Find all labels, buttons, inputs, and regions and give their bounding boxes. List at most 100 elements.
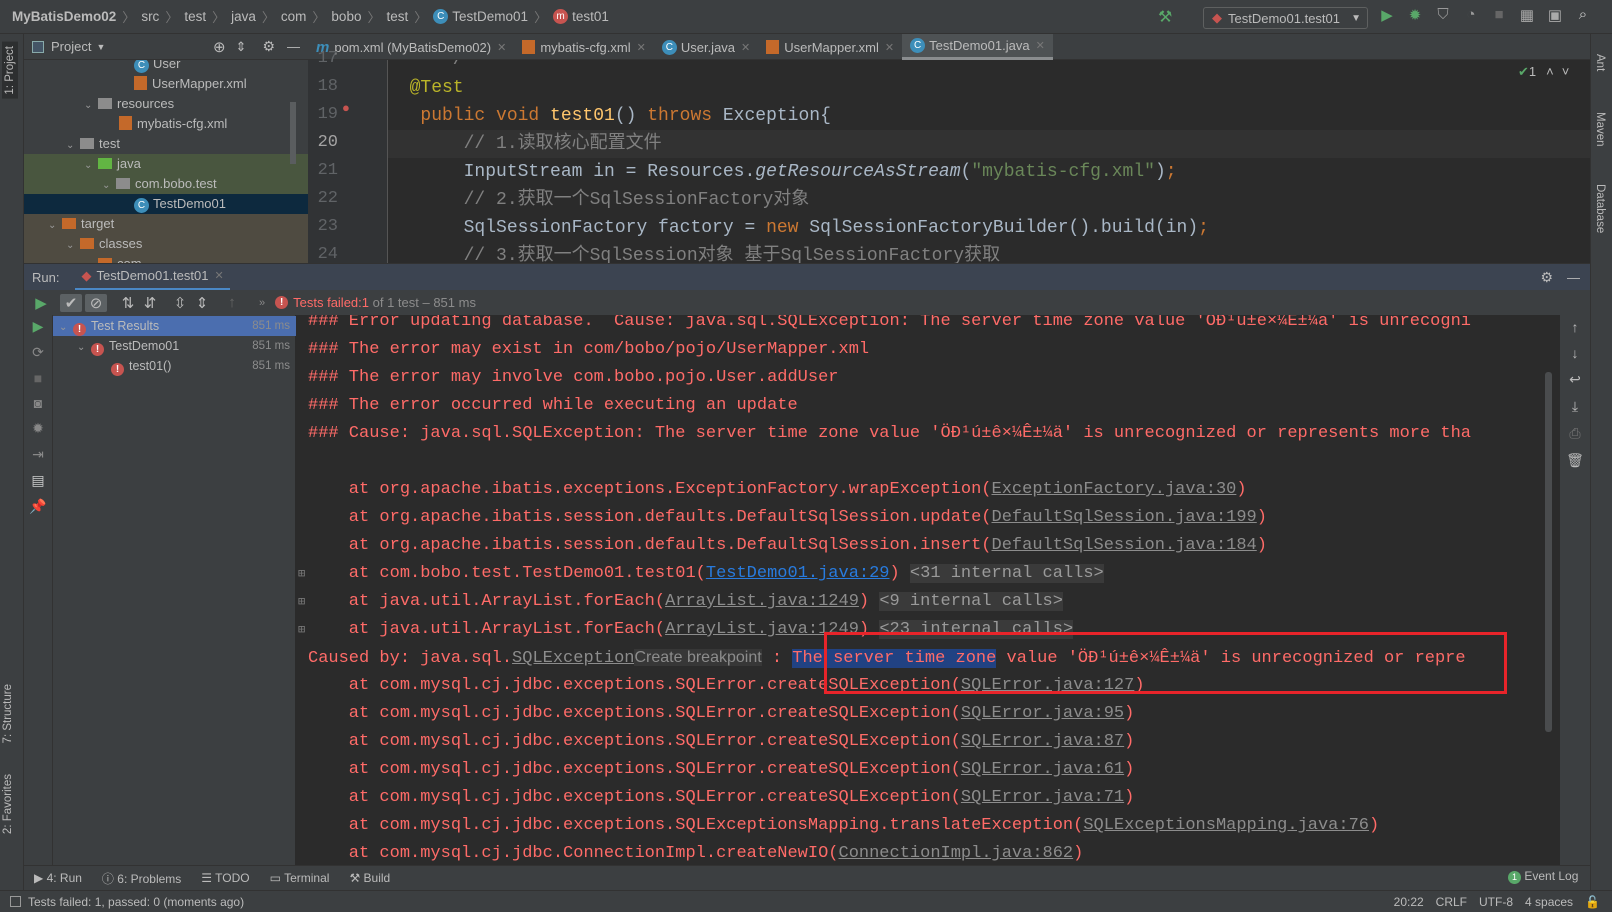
pin-icon[interactable]: 📌	[29, 498, 46, 515]
test-tree-item[interactable]: ⌄! Test Results 851 ms	[53, 316, 296, 336]
sort-duration-icon[interactable]: ⇵	[139, 294, 161, 312]
bottom-tab[interactable]: ☰ TODO	[191, 871, 259, 885]
run-test-gutter-icon[interactable]: ●	[342, 100, 350, 115]
stack-trace-link[interactable]: TestDemo01.java:29	[706, 564, 890, 583]
bottom-tab[interactable]: ▶ 4: Run	[24, 871, 92, 885]
chevron-up-icon[interactable]: ˄	[1546, 64, 1554, 79]
breadcrumb-item[interactable]: java	[231, 9, 256, 24]
debug-icon[interactable]: ✹	[32, 420, 44, 437]
close-icon[interactable]: ✕	[885, 41, 894, 54]
breadcrumb-item[interactable]: m test01	[553, 9, 609, 24]
code-line[interactable]: @Test	[388, 74, 1590, 102]
caret-position[interactable]: 20:22	[1394, 895, 1424, 909]
project-tree-item[interactable]: ⌄ target	[24, 214, 308, 234]
favorites-tool-tab[interactable]: 2: Favorites	[2, 774, 14, 834]
code-line[interactable]: // 1.读取核心配置文件	[388, 130, 1590, 158]
file-encoding[interactable]: UTF-8	[1479, 895, 1513, 909]
inspection-widget[interactable]: ✔1 ˄ ˅	[1518, 64, 1569, 80]
coverage-icon[interactable]: ⛉	[1432, 6, 1454, 24]
hide-icon[interactable]: —	[287, 39, 300, 54]
code-line[interactable]: SqlSessionFactory factory = new SqlSessi…	[388, 214, 1590, 242]
breadcrumb-item[interactable]: bobo	[331, 9, 361, 24]
project-tree-item[interactable]: ⌄ java	[24, 154, 308, 174]
chevron-down-icon[interactable]: ˅	[1562, 64, 1570, 79]
rerun-failed-icon[interactable]: ▶	[33, 318, 44, 335]
more-icon[interactable]: »	[259, 297, 265, 309]
chevron-down-icon[interactable]: ⌄	[84, 156, 98, 176]
lock-icon[interactable]: 🔓	[1585, 895, 1600, 909]
expand-icon[interactable]: ⊞	[298, 616, 305, 644]
chevron-down-icon[interactable]: ▼	[96, 42, 105, 52]
breadcrumb-item[interactable]: com	[281, 9, 307, 24]
bottom-tab[interactable]: ▭ Terminal	[260, 871, 340, 885]
stack-trace-link[interactable]: SQLExceptionsMapping.java:76	[1083, 816, 1369, 835]
project-tree-item[interactable]: ⌄ test	[24, 134, 308, 154]
locate-icon[interactable]: ⊕	[213, 38, 226, 56]
code-line[interactable]: // 2.获取一个SqlSessionFactory对象	[388, 186, 1590, 214]
chevron-down-icon[interactable]: ⌄	[66, 136, 80, 156]
code-line[interactable]: // 3.获取一个SqlSession对象 基于SqlSessionFactor…	[388, 242, 1590, 263]
test-tree-item[interactable]: ! test01() 851 ms	[53, 356, 296, 376]
editor-tab[interactable]: m pom.xml (MyBatisDemo02) ✕	[308, 34, 514, 60]
code-line[interactable]: InputStream in = Resources.getResourceAs…	[388, 158, 1590, 186]
project-tree-item[interactable]: mybatis-cfg.xml	[24, 114, 308, 134]
stack-trace-link[interactable]: SQLError.java:61	[961, 760, 1124, 779]
breadcrumb-item[interactable]: test	[184, 9, 206, 24]
rerun-icon[interactable]: ▶	[30, 294, 52, 312]
down-stack-icon[interactable]: ↓	[1572, 345, 1579, 361]
project-tree-item[interactable]: ⌄ com	[24, 254, 308, 263]
maven-tool-tab[interactable]: Maven	[1594, 112, 1606, 147]
close-icon[interactable]: ✕	[637, 41, 646, 54]
exit-icon[interactable]: ⇥	[32, 446, 44, 463]
hide-icon[interactable]: —	[1567, 270, 1580, 285]
close-icon[interactable]: ✕	[1036, 39, 1045, 52]
project-tool-tab[interactable]: 1: Project	[2, 42, 18, 99]
build-hammer-icon[interactable]: ⚒	[1158, 7, 1172, 27]
project-view-select[interactable]: Project	[51, 39, 91, 54]
expand-icon[interactable]: ⊞	[298, 588, 305, 616]
stack-trace-link[interactable]: DefaultSqlSession.java:184	[992, 536, 1257, 555]
chevron-down-icon[interactable]: ⌄	[48, 216, 62, 236]
stack-trace-link[interactable]: SQLError.java:87	[961, 732, 1124, 751]
sort-alpha-icon[interactable]: ⇅	[117, 294, 139, 312]
chevron-down-icon[interactable]: ⌄	[59, 318, 73, 338]
editor-tab[interactable]: mybatis-cfg.xml ✕	[514, 34, 654, 60]
debug-icon[interactable]: ✹	[1404, 6, 1426, 24]
chevron-down-icon[interactable]: ⌄	[77, 338, 91, 358]
project-tree-item[interactable]: C User	[24, 60, 308, 74]
show-ignored-icon[interactable]: ⊘	[85, 293, 107, 312]
print-icon[interactable]: ⎙	[1569, 425, 1580, 442]
console-scrollbar[interactable]	[1545, 372, 1552, 732]
stack-trace-link[interactable]: ConnectionImpl.java:862	[839, 844, 1074, 863]
editor-tab[interactable]: C TestDemo01.java ✕	[902, 34, 1053, 60]
code-editor[interactable]: */ @Test public void test01() throws Exc…	[388, 60, 1590, 263]
expand-icon[interactable]: ⊞	[298, 560, 305, 588]
run-configuration-select[interactable]: ◆ TestDemo01.test01 ▼	[1203, 7, 1368, 29]
close-icon[interactable]: ✕	[497, 41, 506, 54]
previous-failed-icon[interactable]: ↑	[221, 294, 243, 311]
project-tree-item[interactable]: ⌄ resources	[24, 94, 308, 114]
breadcrumb-item[interactable]: test	[386, 9, 408, 24]
up-stack-icon[interactable]: ↑	[1572, 319, 1579, 335]
close-icon[interactable]: ✕	[741, 41, 750, 54]
collapse-all-icon[interactable]: ⇕	[236, 39, 247, 55]
breadcrumb-item[interactable]: src	[141, 9, 159, 24]
stack-trace-link[interactable]: SQLError.java:95	[961, 704, 1124, 723]
breadcrumb-item[interactable]: MyBatisDemo02	[12, 9, 116, 24]
create-breakpoint-hint[interactable]: Create breakpoint	[634, 649, 762, 666]
bottom-tab[interactable]: ⚒ Build	[339, 871, 400, 885]
project-tree-scrollbar[interactable]	[290, 102, 296, 164]
chevron-down-icon[interactable]: ⌄	[84, 96, 98, 116]
console-output[interactable]: ### Error updating database. Cause: java…	[296, 315, 1560, 865]
soft-wrap-icon[interactable]: ↩	[1569, 371, 1581, 388]
stop-icon[interactable]: ■	[34, 370, 42, 386]
ant-tool-tab[interactable]: Ant	[1594, 54, 1606, 71]
gear-icon[interactable]: ⚙	[262, 38, 275, 55]
structure-tool-tab[interactable]: 7: Structure	[2, 684, 14, 743]
project-tree-item[interactable]: ⌄ classes	[24, 234, 308, 254]
chevron-down-icon[interactable]: ⌄	[66, 236, 80, 256]
layout-icon[interactable]: ▤	[31, 472, 44, 489]
gear-icon[interactable]: ⚙	[1540, 269, 1553, 286]
expand-all-icon[interactable]: ⇳	[169, 294, 191, 312]
test-tree-item[interactable]: ⌄! TestDemo01 851 ms	[53, 336, 296, 356]
